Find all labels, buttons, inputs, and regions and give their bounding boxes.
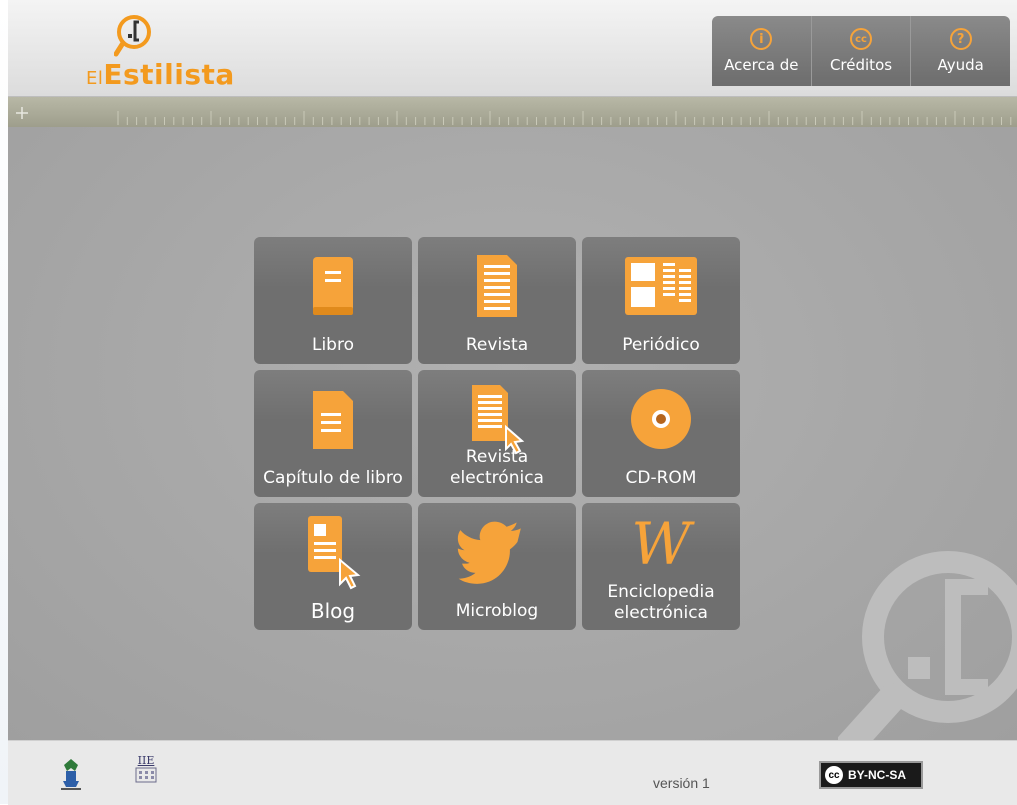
ruler-ticks (16, 107, 1012, 125)
coat-of-arms-logo-icon (61, 759, 81, 790)
tile-cd-rom[interactable]: CD-ROM (582, 370, 740, 497)
cd-rom-icon (631, 389, 691, 449)
magazine-icon (477, 255, 517, 317)
license-label: BY-NC-SA (848, 768, 907, 782)
tile-enciclopedia-electronica[interactable]: W Enciclopedia electrónica (582, 503, 740, 630)
license-badge[interactable]: cc BY-NC-SA (819, 761, 923, 789)
tile-capitulo-de-libro[interactable]: Capítulo de libro (254, 370, 412, 497)
header: ElEstilista i Acerca de cc Créditos ? Ay… (8, 0, 1017, 97)
iie-logo: IIE (135, 754, 157, 787)
magnifier-watermark-icon (838, 551, 1017, 740)
book-chapter-icon (313, 391, 353, 449)
logo-text: ElEstilista (86, 58, 235, 91)
magnifier-logo-icon (114, 15, 151, 57)
credits-label: Créditos (829, 56, 893, 74)
tile-libro[interactable]: Libro (254, 237, 412, 364)
logo-prefix: El (86, 68, 104, 89)
tile-periodico[interactable]: Periódico (582, 237, 740, 364)
encyclopedia-w-icon: W (631, 510, 691, 578)
about-button[interactable]: i Acerca de (712, 16, 812, 86)
about-label: Acerca de (724, 56, 799, 74)
help-icon: ? (949, 28, 972, 50)
iie-building-icon (135, 767, 157, 783)
footer: IIE versión 1 cc BY-NC-SA (8, 740, 1017, 805)
creative-commons-icon: cc (850, 28, 872, 50)
logo-name: Estilista (103, 58, 235, 91)
e-magazine-icon (472, 385, 525, 455)
tile-label: Revista (465, 335, 529, 355)
ruler-bar (8, 97, 1017, 127)
tile-revista-electronica[interactable]: Revista electrónica (418, 370, 576, 497)
tile-label: Revista electrónica (450, 447, 544, 488)
tile-label: Periódico (622, 335, 700, 355)
app-logo[interactable]: ElEstilista (86, 14, 286, 94)
iie-logo-text: IIE (137, 754, 155, 767)
tile-label: Capítulo de libro (263, 468, 403, 488)
tile-revista[interactable]: Revista (418, 237, 576, 364)
top-nav: i Acerca de cc Créditos ? Ayuda (712, 16, 1010, 86)
tile-label: CD-ROM (625, 468, 697, 488)
tile-blog[interactable]: Blog (254, 503, 412, 630)
tile-label: Enciclopedia electrónica (607, 582, 715, 623)
source-type-grid: Libro Revista Periódico Capítulo de libr… (254, 237, 742, 630)
help-label: Ayuda (937, 56, 984, 74)
blog-icon (308, 516, 361, 590)
main-area: Libro Revista Periódico Capítulo de libr… (8, 127, 1017, 740)
tile-microblog[interactable]: Microblog (418, 503, 576, 630)
window-edge (0, 0, 8, 804)
help-button[interactable]: ? Ayuda (911, 16, 1010, 86)
bird-icon (457, 521, 521, 584)
tile-label: Microblog (455, 601, 539, 621)
tile-label: Blog (310, 599, 356, 623)
version-label: versión 1 (653, 775, 710, 791)
creative-commons-icon: cc (825, 766, 843, 784)
app-window: ElEstilista i Acerca de cc Créditos ? Ay… (8, 0, 1017, 805)
tile-label: Libro (311, 335, 354, 355)
book-icon (313, 257, 353, 315)
info-icon: i (750, 28, 773, 50)
credits-button[interactable]: cc Créditos (812, 16, 912, 86)
newspaper-icon (625, 257, 697, 315)
